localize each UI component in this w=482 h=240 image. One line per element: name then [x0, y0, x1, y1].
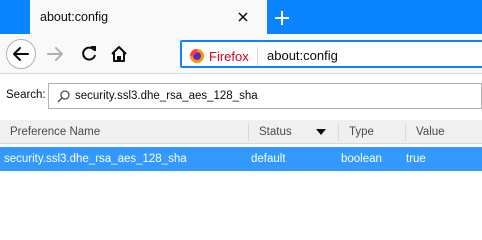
close-icon[interactable] — [235, 9, 251, 25]
identity-label: Firefox — [209, 49, 249, 64]
table-empty-area — [0, 171, 482, 212]
arrow-right-icon — [47, 47, 63, 61]
home-button[interactable] — [104, 39, 134, 69]
cell-preference-name: security.ssl3.dhe_rsa_aes_128_sha — [4, 153, 187, 165]
table-row[interactable]: security.ssl3.dhe_rsa_aes_128_sha defaul… — [0, 147, 482, 171]
home-icon — [111, 46, 127, 62]
reload-icon — [82, 46, 96, 61]
column-header-status[interactable]: Status — [249, 120, 338, 144]
column-header-type[interactable]: Type — [339, 120, 405, 144]
sort-down-icon — [316, 129, 326, 135]
tab-about-config[interactable]: about:config — [30, 0, 267, 34]
column-header-status-label: Status — [259, 126, 292, 138]
reload-button[interactable] — [74, 39, 104, 69]
url-text[interactable]: about:config — [267, 48, 338, 63]
cell-status: default — [251, 153, 286, 165]
identity-separator — [257, 47, 258, 65]
url-bar[interactable]: Firefox about:config — [180, 40, 482, 68]
search-label: Search: — [6, 89, 46, 101]
magnifier-icon — [57, 90, 70, 103]
arrow-left-icon — [13, 47, 29, 61]
firefox-logo-icon — [190, 49, 204, 63]
cell-value: true — [406, 153, 426, 165]
plus-icon[interactable] — [272, 8, 292, 28]
table-header: Preference Name Status Type Value — [0, 120, 482, 144]
back-button[interactable] — [6, 39, 36, 69]
tab-title: about:config — [40, 10, 109, 24]
navigation-bar: Firefox about:config — [0, 34, 482, 74]
column-header-value[interactable]: Value — [406, 120, 482, 144]
search-value: security.ssl3.dhe_rsa_aes_128_sha — [75, 90, 258, 102]
search-row: Search: security.ssl3.dhe_rsa_aes_128_sh… — [0, 74, 482, 118]
tab-strip: about:config — [0, 0, 482, 34]
column-header-preference-name[interactable]: Preference Name — [0, 120, 248, 144]
search-input[interactable]: security.ssl3.dhe_rsa_aes_128_sha — [48, 83, 482, 109]
forward-button[interactable] — [40, 39, 70, 69]
cell-type: boolean — [341, 153, 382, 165]
